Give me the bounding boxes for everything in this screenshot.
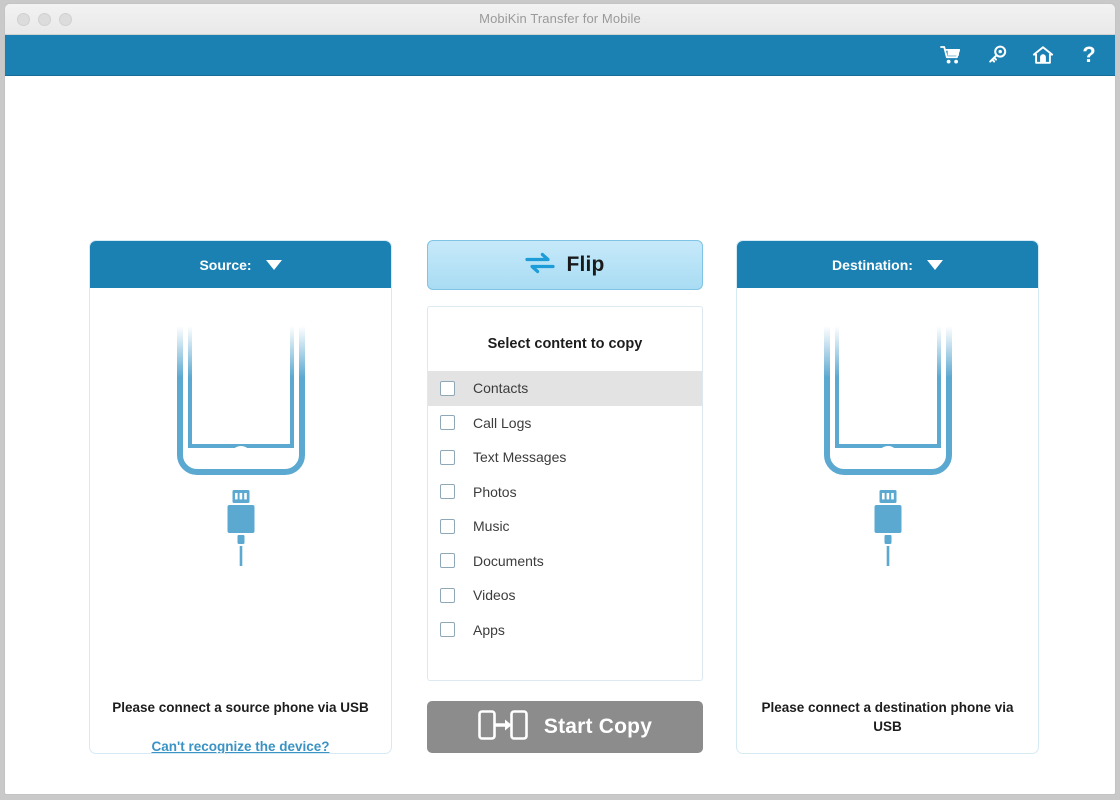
- list-item[interactable]: Apps: [428, 613, 702, 648]
- help-icon[interactable]: ?: [1077, 43, 1101, 67]
- help-icon-label: ?: [1082, 42, 1096, 67]
- destination-device-illustration: [815, 326, 961, 569]
- chevron-down-icon[interactable]: [265, 259, 282, 270]
- destination-panel-header[interactable]: Destination:: [737, 241, 1038, 288]
- checkbox-music[interactable]: [440, 518, 455, 534]
- list-item[interactable]: Call Logs: [428, 406, 702, 441]
- chevron-down-icon[interactable]: [926, 259, 943, 270]
- source-device-illustration: [168, 326, 314, 569]
- app-toolbar: ?: [5, 35, 1115, 76]
- checkbox-videos[interactable]: [440, 587, 455, 603]
- checkbox-documents[interactable]: [440, 553, 455, 569]
- center-column: Flip Select content to copy Contacts Cal…: [427, 240, 703, 753]
- content-type-list: Contacts Call Logs Text Messages Photos: [428, 371, 702, 647]
- destination-panel-note: Please connect a destination phone via U…: [761, 700, 1014, 734]
- source-panel-header[interactable]: Source:: [90, 241, 391, 288]
- flip-arrows-icon: [525, 252, 556, 279]
- checkbox-text-messages[interactable]: [440, 449, 455, 465]
- destination-panel: Destination: Please connect a destinatio…: [736, 240, 1039, 754]
- list-item-label: Videos: [473, 587, 516, 604]
- phone-icon: [175, 326, 307, 478]
- source-panel-header-label: Source:: [199, 256, 252, 273]
- main-canvas: Source: Please connect a source phone vi…: [5, 76, 1115, 794]
- start-copy-button-label: Start Copy: [543, 715, 653, 738]
- select-content-panel: Select content to copy Contacts Call Log…: [427, 306, 703, 681]
- list-item[interactable]: Music: [428, 509, 702, 544]
- flip-button[interactable]: Flip: [427, 240, 703, 290]
- checkbox-apps[interactable]: [440, 622, 455, 638]
- list-item[interactable]: Videos: [428, 578, 702, 613]
- source-panel-body: Please connect a source phone via USB Ca…: [90, 288, 391, 753]
- list-item-label: Documents: [473, 552, 544, 569]
- flip-button-label: Flip: [566, 253, 605, 276]
- select-content-title: Select content to copy: [487, 336, 643, 352]
- list-item-label: Music: [473, 518, 510, 535]
- phone-icon: [822, 326, 954, 478]
- cant-recognize-device-link[interactable]: Can't recognize the device?: [151, 739, 329, 753]
- toolbar-icon-group: ?: [939, 35, 1101, 75]
- list-item[interactable]: Contacts: [428, 371, 702, 406]
- usb-connector-icon: [868, 489, 908, 569]
- start-copy-button[interactable]: Start Copy: [427, 701, 703, 753]
- checkbox-photos[interactable]: [440, 484, 455, 500]
- list-item-label: Text Messages: [473, 449, 567, 466]
- list-item[interactable]: Photos: [428, 475, 702, 510]
- list-item-label: Contacts: [473, 380, 529, 397]
- key-icon[interactable]: [985, 43, 1009, 67]
- source-panel-note: Please connect a source phone via USB: [112, 700, 369, 715]
- app-window: MobiKin Transfer for Mobile ? Source: Pl…: [4, 3, 1116, 795]
- cart-icon[interactable]: [939, 43, 963, 67]
- list-item[interactable]: Text Messages: [428, 440, 702, 475]
- list-item-label: Apps: [473, 621, 505, 638]
- destination-panel-header-label: Destination:: [832, 256, 913, 273]
- transfer-phones-icon: [478, 709, 528, 746]
- list-item-label: Call Logs: [473, 414, 532, 431]
- title-bar: MobiKin Transfer for Mobile: [5, 4, 1115, 35]
- destination-panel-body: Please connect a destination phone via U…: [737, 288, 1038, 753]
- checkbox-call-logs[interactable]: [440, 415, 455, 431]
- list-item-label: Photos: [473, 483, 517, 500]
- list-item[interactable]: Documents: [428, 544, 702, 579]
- window-title: MobiKin Transfer for Mobile: [479, 11, 641, 26]
- usb-connector-icon: [221, 489, 261, 569]
- source-panel: Source: Please connect a source phone vi…: [89, 240, 392, 754]
- home-icon[interactable]: [1031, 43, 1055, 67]
- checkbox-contacts[interactable]: [440, 380, 455, 396]
- source-panel-link-wrap: Can't recognize the device?: [90, 738, 391, 753]
